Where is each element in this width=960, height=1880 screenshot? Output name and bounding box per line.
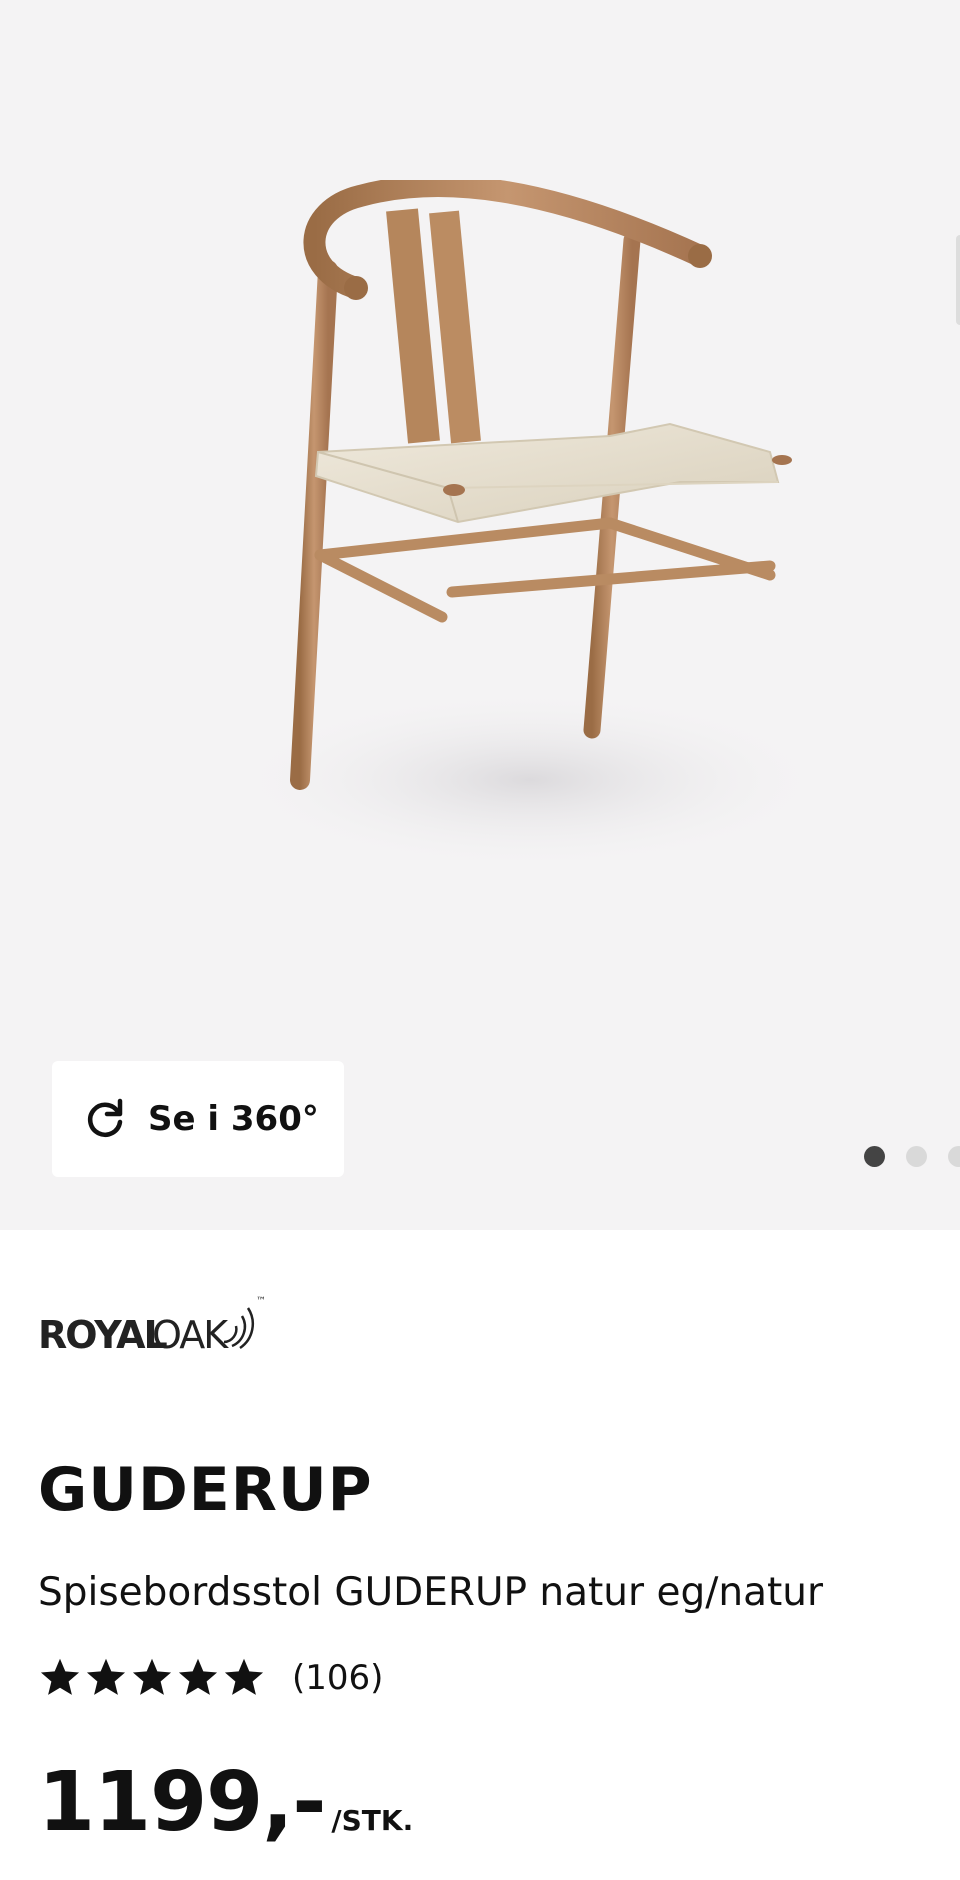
view-360-button[interactable]: Se i 360° — [52, 1061, 344, 1177]
view-360-label: Se i 360° — [148, 1099, 319, 1139]
svg-text:™: ™ — [256, 1296, 266, 1307]
star-icon — [132, 1658, 172, 1695]
price-unit: /STK. — [331, 1804, 414, 1837]
star-icon — [224, 1658, 264, 1695]
image-pagination — [864, 1146, 960, 1167]
pagination-dot[interactable] — [948, 1146, 960, 1167]
royal-oak-logo[interactable]: ROYAL OAK ™ — [38, 1290, 278, 1360]
product-title: GUDERUP — [38, 1455, 373, 1525]
star-icon — [86, 1658, 126, 1695]
product-image-chair — [230, 180, 810, 886]
pagination-dot-active[interactable] — [864, 1146, 885, 1167]
svg-text:OAK: OAK — [152, 1313, 229, 1357]
rating-stars — [38, 1656, 266, 1700]
review-count-link[interactable]: (106) — [292, 1658, 383, 1698]
next-image-peek[interactable] — [956, 235, 960, 325]
price: 1199,- /STK. — [38, 1762, 413, 1844]
svg-text:ROYAL: ROYAL — [38, 1313, 167, 1357]
pagination-dot[interactable] — [906, 1146, 927, 1167]
star-icon — [178, 1658, 218, 1695]
product-rating[interactable]: (106) — [38, 1656, 383, 1700]
rotate-icon — [82, 1096, 128, 1142]
price-value: 1199,- — [38, 1755, 326, 1850]
star-icon — [40, 1658, 80, 1695]
product-subtitle: Spisebordsstol GUDERUP natur eg/natur — [38, 1570, 824, 1615]
product-image-gallery[interactable]: Se i 360° — [0, 0, 960, 1230]
